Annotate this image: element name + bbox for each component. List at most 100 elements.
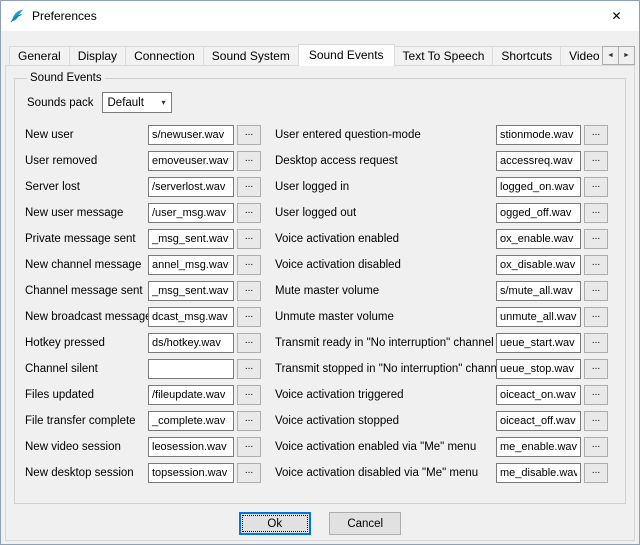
sound-file-input[interactable] — [496, 125, 581, 145]
sound-file-input[interactable] — [496, 255, 581, 275]
browse-button[interactable]: ... — [237, 255, 261, 275]
sound-file-input[interactable] — [496, 151, 581, 171]
sound-event-label: Voice activation enabled via "Me" menu — [275, 441, 496, 453]
browse-button[interactable]: ... — [584, 255, 608, 275]
sound-file-input[interactable] — [496, 385, 581, 405]
sound-event-label: Unmute master volume — [275, 311, 496, 323]
sound-file-input[interactable] — [496, 177, 581, 197]
browse-button[interactable]: ... — [584, 151, 608, 171]
sound-file-input[interactable] — [496, 333, 581, 353]
sound-event-label: New broadcast message — [25, 311, 148, 323]
sound-event-label: Private message sent — [25, 233, 148, 245]
sound-event-row: New user ... — [25, 125, 275, 145]
events-column-right: User entered question-mode ... Desktop a… — [275, 125, 617, 489]
sound-event-row: User logged out ... — [275, 203, 617, 223]
sound-file-input[interactable] — [148, 125, 234, 145]
browse-button[interactable]: ... — [584, 203, 608, 223]
sound-event-row: Voice activation triggered ... — [275, 385, 617, 405]
ok-button[interactable]: Ok — [239, 512, 311, 535]
sound-event-label: Voice activation disabled via "Me" menu — [275, 467, 496, 479]
sound-event-row: Unmute master volume ... — [275, 307, 617, 327]
sound-event-label: User logged in — [275, 181, 496, 193]
tab-general[interactable]: General — [9, 46, 70, 65]
browse-button[interactable]: ... — [237, 125, 261, 145]
sound-events-columns: New user ... User removed ... Server los… — [25, 125, 617, 489]
browse-button[interactable]: ... — [237, 411, 261, 431]
browse-button[interactable]: ... — [584, 177, 608, 197]
browse-button[interactable]: ... — [584, 281, 608, 301]
sound-event-row: Channel message sent ... — [25, 281, 275, 301]
tab-text-to-speech[interactable]: Text To Speech — [394, 46, 494, 65]
browse-button[interactable]: ... — [237, 385, 261, 405]
sound-event-label: User removed — [25, 155, 148, 167]
sound-file-input[interactable] — [148, 411, 234, 431]
cancel-button[interactable]: Cancel — [329, 512, 401, 535]
sound-file-input[interactable] — [148, 255, 234, 275]
sound-event-label: Voice activation disabled — [275, 259, 496, 271]
close-button[interactable]: ✕ — [594, 1, 639, 31]
browse-button[interactable]: ... — [237, 229, 261, 249]
browse-button[interactable]: ... — [584, 411, 608, 431]
sound-event-row: New broadcast message ... — [25, 307, 275, 327]
browse-button[interactable]: ... — [584, 333, 608, 353]
browse-button[interactable]: ... — [237, 177, 261, 197]
sound-file-input[interactable] — [148, 307, 234, 327]
tab-scroll-left-button[interactable]: ◄ — [602, 46, 619, 65]
browse-button[interactable]: ... — [584, 125, 608, 145]
browse-button[interactable]: ... — [237, 281, 261, 301]
browse-button[interactable]: ... — [237, 151, 261, 171]
sound-event-label: File transfer complete — [25, 415, 148, 427]
sound-file-input[interactable] — [148, 203, 234, 223]
browse-button[interactable]: ... — [584, 307, 608, 327]
sound-file-input[interactable] — [496, 463, 581, 483]
browse-button[interactable]: ... — [237, 333, 261, 353]
browse-button[interactable]: ... — [584, 359, 608, 379]
browse-button[interactable]: ... — [237, 359, 261, 379]
sound-file-input[interactable] — [148, 229, 234, 249]
browse-button[interactable]: ... — [237, 203, 261, 223]
tab-connection[interactable]: Connection — [125, 46, 204, 65]
sound-file-input[interactable] — [148, 281, 234, 301]
sound-event-row: Files updated ... — [25, 385, 275, 405]
sound-event-row: Desktop access request ... — [275, 151, 617, 171]
browse-button[interactable]: ... — [237, 307, 261, 327]
sound-file-input[interactable] — [496, 307, 581, 327]
sound-file-input[interactable] — [148, 333, 234, 353]
sound-file-input[interactable] — [496, 229, 581, 249]
browse-button[interactable]: ... — [584, 463, 608, 483]
sound-file-input[interactable] — [148, 463, 234, 483]
sound-file-input[interactable] — [148, 177, 234, 197]
sound-event-label: Voice activation triggered — [275, 389, 496, 401]
sound-event-row: User removed ... — [25, 151, 275, 171]
tab-shortcuts[interactable]: Shortcuts — [492, 46, 561, 65]
sounds-pack-row: Sounds pack Default ▾ — [27, 92, 617, 113]
browse-button[interactable]: ... — [584, 437, 608, 457]
sound-file-input[interactable] — [496, 359, 581, 379]
sound-file-input[interactable] — [496, 281, 581, 301]
tab-display[interactable]: Display — [69, 46, 126, 65]
sound-file-input[interactable] — [496, 411, 581, 431]
browse-button[interactable]: ... — [237, 437, 261, 457]
browse-button[interactable]: ... — [584, 385, 608, 405]
sound-file-input[interactable] — [148, 437, 234, 457]
tab-sound-events[interactable]: Sound Events — [298, 44, 395, 66]
sound-file-input[interactable] — [496, 203, 581, 223]
sound-event-row: New channel message ... — [25, 255, 275, 275]
sound-file-input[interactable] — [148, 385, 234, 405]
app-icon — [9, 8, 25, 24]
sound-file-input[interactable] — [496, 437, 581, 457]
sounds-pack-select[interactable]: Default ▾ — [102, 92, 172, 113]
sound-event-label: New user — [25, 129, 148, 141]
browse-button[interactable]: ... — [237, 463, 261, 483]
sound-event-label: User logged out — [275, 207, 496, 219]
tab-scrollers: ◄ ► — [602, 46, 635, 65]
tab-sound-system[interactable]: Sound System — [203, 46, 299, 65]
tab-bar: GeneralDisplayConnectionSound SystemSoun… — [1, 31, 639, 65]
tab-scroll-right-button[interactable]: ► — [618, 46, 635, 65]
browse-button[interactable]: ... — [584, 229, 608, 249]
sound-file-input[interactable] — [148, 359, 234, 379]
sound-file-input[interactable] — [148, 151, 234, 171]
chevron-down-icon: ▾ — [161, 98, 170, 107]
sound-event-row: Mute master volume ... — [275, 281, 617, 301]
sound-event-label: Mute master volume — [275, 285, 496, 297]
